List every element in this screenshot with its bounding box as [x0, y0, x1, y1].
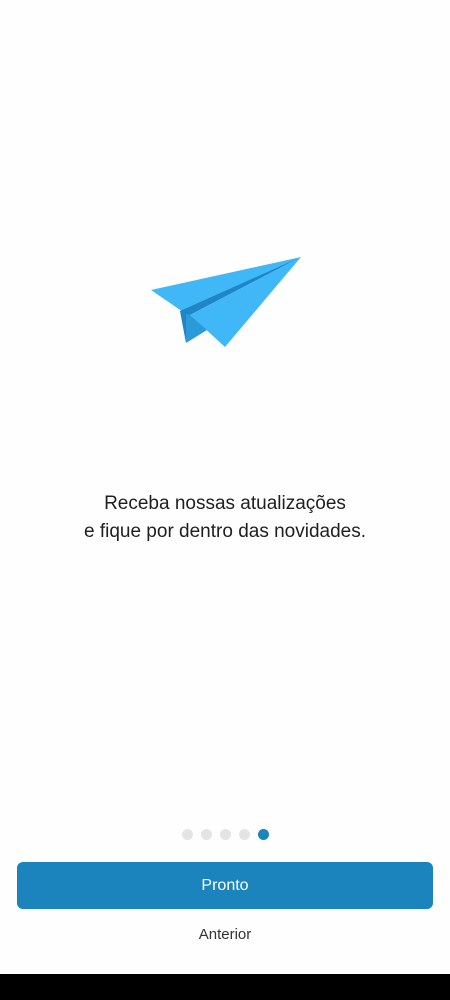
- done-button[interactable]: Pronto: [17, 862, 433, 909]
- system-navigation-bar: [0, 974, 450, 1000]
- page-dot: [238, 829, 250, 840]
- page-dot: [181, 829, 193, 840]
- page-indicator: [0, 829, 450, 841]
- page-dot: [200, 829, 212, 840]
- onboarding-message: Receba nossas atualizações e fique por d…: [0, 490, 450, 546]
- onboarding-message-line-1: Receba nossas atualizações: [104, 493, 346, 514]
- previous-button[interactable]: Anterior: [0, 920, 450, 948]
- page-dot: [219, 829, 231, 840]
- page-dot-active: [257, 829, 269, 840]
- paper-plane-icon: [151, 257, 301, 347]
- onboarding-message-line-2: e fique por dentro das novidades.: [83, 521, 367, 542]
- onboarding-screen: Receba nossas atualizações e fique por d…: [0, 0, 450, 974]
